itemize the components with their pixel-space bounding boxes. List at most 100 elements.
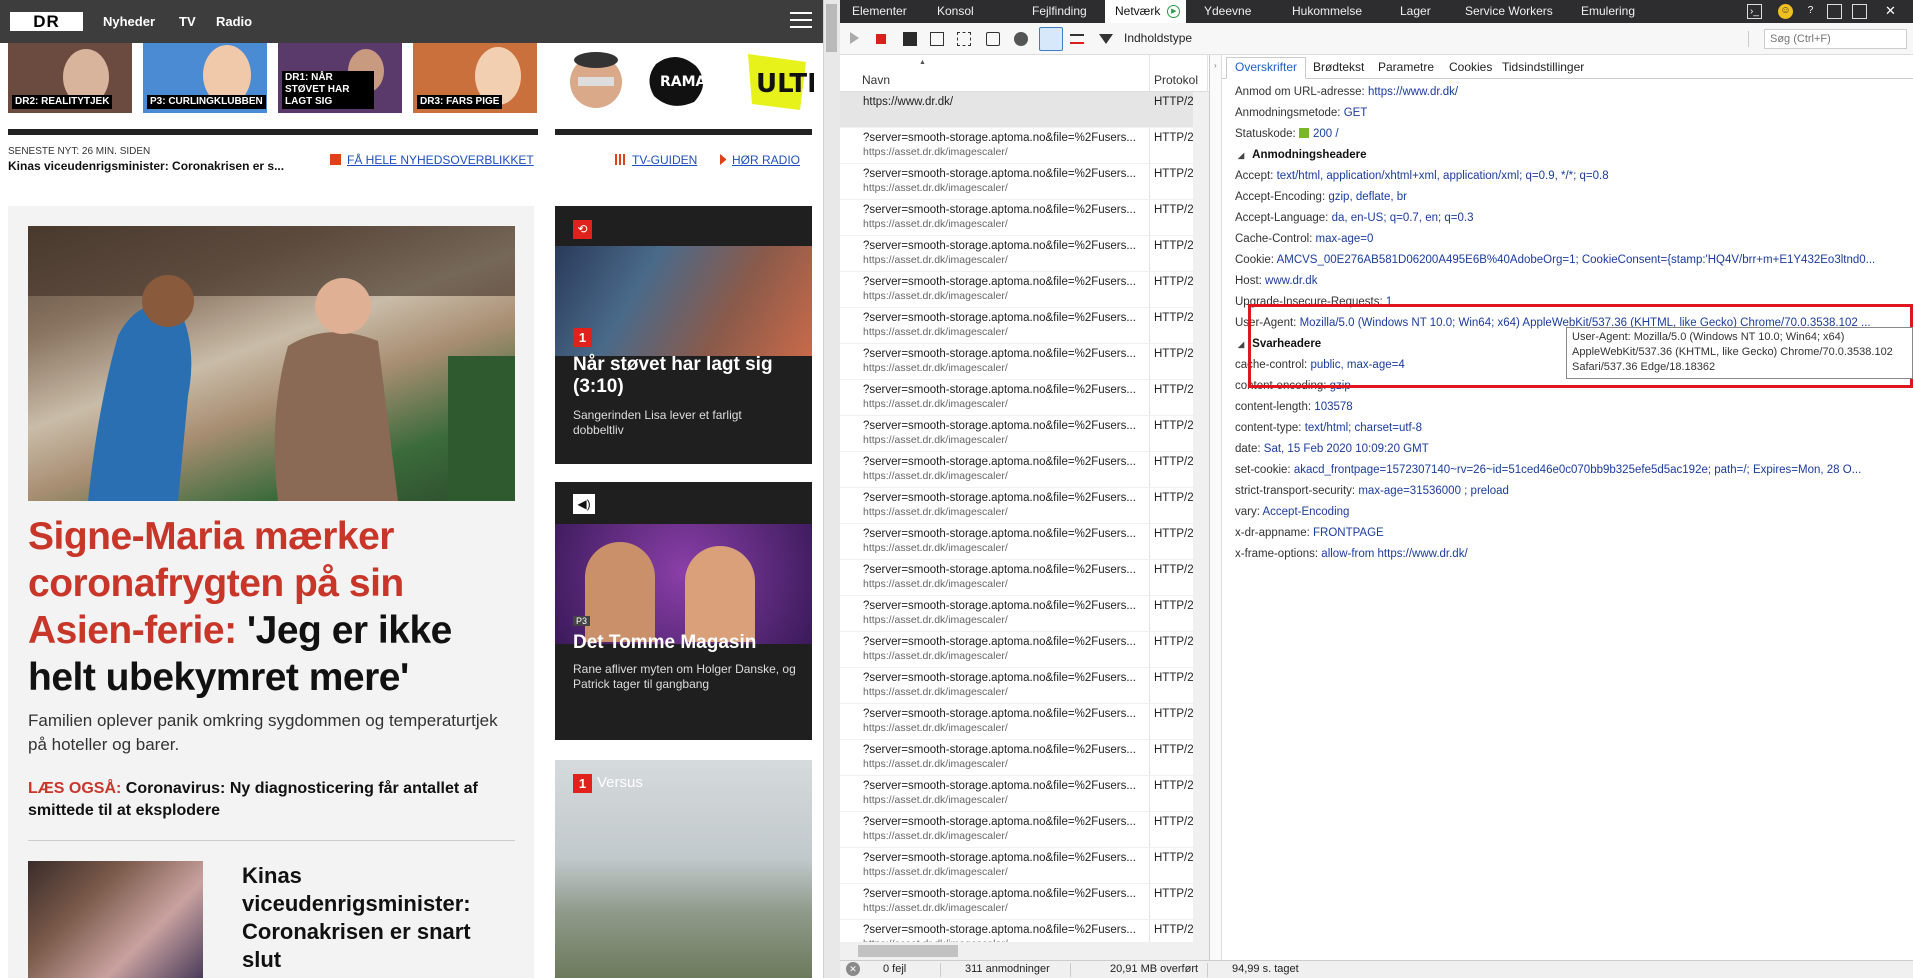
throttle-toggle-icon[interactable] bbox=[1039, 27, 1063, 51]
card-versus[interactable]: 1 Versus bbox=[555, 760, 812, 978]
story-image[interactable] bbox=[28, 861, 203, 978]
tab-emulering[interactable]: Emulering bbox=[1571, 0, 1645, 23]
request-row[interactable]: ?server=smooth-storage.aptoma.no&file=%2… bbox=[840, 560, 1194, 596]
request-row[interactable]: ?server=smooth-storage.aptoma.no&file=%2… bbox=[840, 272, 1194, 308]
request-row[interactable]: ?server=smooth-storage.aptoma.no&file=%2… bbox=[840, 740, 1194, 776]
header-section-title[interactable]: ◢ Anmodningsheadere bbox=[1222, 145, 1913, 166]
request-row[interactable]: ?server=smooth-storage.aptoma.no&file=%2… bbox=[840, 776, 1194, 812]
story-title[interactable]: Kinas viceudenrigsminister: Coronakrisen… bbox=[242, 862, 502, 974]
tab-ydeevne[interactable]: Ydeevne bbox=[1194, 0, 1261, 23]
cache-icon[interactable] bbox=[1014, 32, 1028, 46]
request-row[interactable]: ?server=smooth-storage.aptoma.no&file=%2… bbox=[840, 524, 1194, 560]
tab-tidsindstillinger[interactable]: Tidsindstillinger bbox=[1494, 60, 1592, 74]
chevron-right-icon[interactable]: › bbox=[1214, 61, 1217, 70]
request-row[interactable]: ?server=smooth-storage.aptoma.no&file=%2… bbox=[840, 668, 1194, 704]
col-protokol[interactable]: Protokol bbox=[1154, 73, 1198, 87]
header-row[interactable]: content-length: 103578 bbox=[1222, 397, 1913, 418]
page-scrollbar-thumb[interactable] bbox=[826, 4, 837, 52]
dock-icon[interactable] bbox=[1827, 4, 1842, 19]
tab-fejlfinding[interactable]: Fejlfinding bbox=[1022, 0, 1097, 23]
read-also-link[interactable]: LÆS OGSÅ: Coronavirus: Ny diagnosticerin… bbox=[28, 778, 518, 822]
nav-nyheder[interactable]: Nyheder bbox=[103, 14, 155, 29]
promo-dr3[interactable]: DR3: FARS PIGE bbox=[413, 43, 537, 113]
page-icon[interactable] bbox=[986, 32, 1000, 46]
request-row[interactable]: https://www.dr.dk/HTTP/2 bbox=[840, 92, 1194, 128]
promo-dr2[interactable]: DR2: REALITYTJEK bbox=[8, 43, 132, 113]
request-row[interactable]: ?server=smooth-storage.aptoma.no&file=%2… bbox=[840, 848, 1194, 884]
collapse-triangle-icon[interactable]: ◢ bbox=[1238, 145, 1244, 166]
request-row[interactable]: ?server=smooth-storage.aptoma.no&file=%2… bbox=[840, 596, 1194, 632]
header-row[interactable]: Host: www.dr.dk bbox=[1222, 271, 1913, 292]
page-scrollbar[interactable] bbox=[823, 0, 840, 978]
tab-netvaerk[interactable]: Netværk ▶ bbox=[1105, 0, 1187, 23]
request-row[interactable]: ?server=smooth-storage.aptoma.no&file=%2… bbox=[840, 200, 1194, 236]
header-row[interactable]: vary: Accept-Encoding bbox=[1222, 502, 1913, 523]
col-navn[interactable]: Navn bbox=[862, 73, 890, 87]
header-row[interactable]: Accept: text/html, application/xhtml+xml… bbox=[1222, 166, 1913, 187]
request-row[interactable]: ?server=smooth-storage.aptoma.no&file=%2… bbox=[840, 704, 1194, 740]
header-row[interactable]: Statuskode: 200 / bbox=[1222, 124, 1913, 145]
feedback-icon[interactable]: ☺ bbox=[1778, 4, 1793, 19]
clear-list-icon[interactable] bbox=[1070, 34, 1084, 44]
search-input[interactable] bbox=[1764, 29, 1907, 49]
news-overview-link[interactable]: FÅ HELE NYHEDSOVERBLIKKET bbox=[330, 153, 534, 167]
request-row[interactable]: ?server=smooth-storage.aptoma.no&file=%2… bbox=[840, 452, 1194, 488]
request-row[interactable]: ?server=smooth-storage.aptoma.no&file=%2… bbox=[840, 632, 1194, 668]
header-row[interactable]: x-frame-options: allow-from https://www.… bbox=[1222, 544, 1913, 565]
play-icon[interactable] bbox=[850, 32, 859, 44]
header-row[interactable]: Anmod om URL-adresse: https://www.dr.dk/ bbox=[1222, 82, 1913, 103]
request-row[interactable]: ?server=smooth-storage.aptoma.no&file=%2… bbox=[840, 884, 1194, 920]
help-icon[interactable]: ? bbox=[1803, 4, 1818, 19]
request-row[interactable]: ?server=smooth-storage.aptoma.no&file=%2… bbox=[840, 308, 1194, 344]
tab-cookies[interactable]: Cookies bbox=[1441, 60, 1500, 74]
menu-icon[interactable] bbox=[790, 12, 812, 30]
save-icon[interactable] bbox=[903, 32, 917, 46]
import-icon[interactable] bbox=[930, 32, 944, 46]
request-row[interactable]: ?server=smooth-storage.aptoma.no&file=%2… bbox=[840, 416, 1194, 452]
tab-service-workers[interactable]: Service Workers bbox=[1455, 0, 1563, 23]
tab-elementer[interactable]: Elementer bbox=[842, 0, 917, 23]
header-row[interactable]: x-dr-appname: FRONTPAGE bbox=[1222, 523, 1913, 544]
content-type-filter[interactable]: Indholdstype bbox=[1124, 31, 1192, 45]
list-scrollbar[interactable] bbox=[1193, 92, 1209, 960]
header-row[interactable]: Cookie: AMCVS_00E276AB581D06200A495E6B%4… bbox=[1222, 250, 1913, 271]
request-row[interactable]: ?server=smooth-storage.aptoma.no&file=%2… bbox=[840, 488, 1194, 524]
filter-icon[interactable] bbox=[1099, 34, 1113, 44]
request-row[interactable]: ?server=smooth-storage.aptoma.no&file=%2… bbox=[840, 344, 1194, 380]
radio-link[interactable]: HØR RADIO bbox=[720, 153, 800, 167]
tab-overskrifter[interactable]: Overskrifter bbox=[1226, 57, 1307, 79]
nav-radio[interactable]: Radio bbox=[216, 14, 252, 29]
promo-dr1[interactable]: DR1: NÅR STØVET HAR LAGT SIG bbox=[278, 43, 402, 113]
brand-logos[interactable]: RAMA ULTR bbox=[556, 44, 814, 116]
header-row[interactable]: Accept-Encoding: gzip, deflate, br bbox=[1222, 187, 1913, 208]
header-row[interactable]: date: Sat, 15 Feb 2020 10:09:20 GMT bbox=[1222, 439, 1913, 460]
request-row[interactable]: ?server=smooth-storage.aptoma.no&file=%2… bbox=[840, 812, 1194, 848]
console-icon[interactable]: ›_ bbox=[1747, 4, 1762, 19]
tab-parametre[interactable]: Parametre bbox=[1370, 60, 1442, 74]
promo-p3[interactable]: P3: CURLINGKLUBBEN bbox=[143, 43, 267, 113]
header-row[interactable]: Accept-Language: da, en-US; q=0.7, en; q… bbox=[1222, 208, 1913, 229]
nav-tv[interactable]: TV bbox=[179, 14, 196, 29]
main-story-image[interactable] bbox=[28, 226, 515, 501]
header-row[interactable]: Cache-Control: max-age=0 bbox=[1222, 229, 1913, 250]
header-row[interactable]: Anmodningsmetode: GET bbox=[1222, 103, 1913, 124]
list-hscrollbar[interactable] bbox=[840, 942, 1193, 960]
request-row[interactable]: ?server=smooth-storage.aptoma.no&file=%2… bbox=[840, 380, 1194, 416]
dr-logo[interactable]: DR bbox=[10, 12, 83, 31]
header-row[interactable]: strict-transport-security: max-age=31536… bbox=[1222, 481, 1913, 502]
main-story-card[interactable]: Signe-Maria mærker coronafrygten på sin … bbox=[8, 206, 534, 978]
collapse-triangle-icon[interactable]: ◢ bbox=[1238, 334, 1244, 355]
panel-splitter[interactable]: › bbox=[1210, 55, 1222, 960]
request-row[interactable]: ?server=smooth-storage.aptoma.no&file=%2… bbox=[840, 236, 1194, 272]
stop-icon[interactable] bbox=[876, 34, 886, 44]
tv-guide-link[interactable]: TV-GUIDEN bbox=[615, 153, 697, 167]
request-row[interactable]: ?server=smooth-storage.aptoma.no&file=%2… bbox=[840, 164, 1194, 200]
card-naar-stoevet[interactable]: ⟲ 1 Når støvet har lagt sig (3:10) Sange… bbox=[555, 206, 812, 464]
close-icon[interactable]: ✕ bbox=[1883, 4, 1898, 19]
header-row[interactable]: content-type: text/html; charset=utf-8 bbox=[1222, 418, 1913, 439]
tab-hukommelse[interactable]: Hukommelse bbox=[1282, 0, 1372, 23]
header-row[interactable]: set-cookie: akacd_frontpage=1572307140~r… bbox=[1222, 460, 1913, 481]
undock-icon[interactable] bbox=[1852, 4, 1867, 19]
tab-konsol[interactable]: Konsol bbox=[927, 0, 984, 23]
request-row[interactable]: ?server=smooth-storage.aptoma.no&file=%2… bbox=[840, 128, 1194, 164]
